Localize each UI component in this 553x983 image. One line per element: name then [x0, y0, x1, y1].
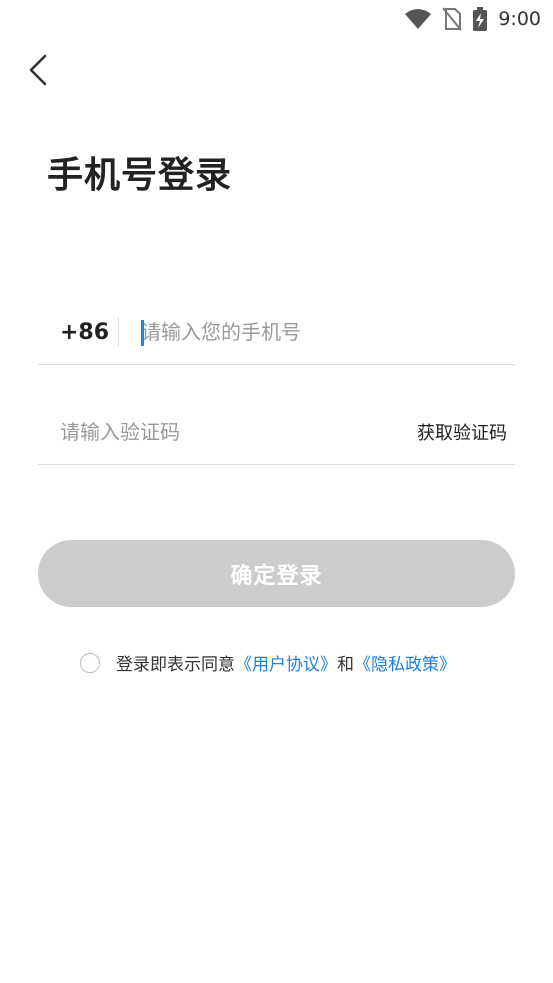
status-bar: 9:00 — [0, 0, 553, 38]
no-sim-icon — [442, 7, 463, 31]
agree-checkbox[interactable] — [80, 652, 100, 673]
country-code[interactable]: +86 — [38, 320, 118, 345]
phone-input-wrap — [141, 312, 515, 352]
page-title: 手机号登录 — [47, 155, 233, 196]
phone-row: +86 — [38, 300, 515, 365]
battery-charging-icon — [472, 7, 488, 31]
login-button[interactable]: 确定登录 — [38, 540, 515, 607]
status-time: 9:00 — [498, 8, 541, 30]
agreement-row: 登录即表示同意 《用户协议》 和 《隐私政策》 — [80, 650, 456, 675]
back-button[interactable] — [18, 50, 58, 94]
status-icons: 9:00 — [404, 6, 541, 32]
user-agreement-link[interactable]: 《用户协议》 — [235, 650, 337, 675]
phone-input[interactable] — [141, 312, 515, 352]
get-code-button[interactable]: 获取验证码 — [417, 419, 507, 445]
text-caret — [141, 320, 144, 346]
privacy-policy-link[interactable]: 《隐私政策》 — [354, 650, 456, 675]
login-screen: 9:00 手机号登录 +86 获取验证码 确定登录 登录即表示同意 《用户协议》… — [0, 0, 553, 983]
agreement-conjunction: 和 — [337, 655, 354, 675]
verification-code-input[interactable] — [60, 412, 417, 452]
wifi-icon — [404, 8, 432, 30]
agreement-prefix: 登录即表示同意 — [116, 655, 235, 675]
chevron-left-icon — [27, 53, 49, 91]
divider — [118, 317, 119, 347]
code-row: 获取验证码 — [38, 400, 515, 465]
